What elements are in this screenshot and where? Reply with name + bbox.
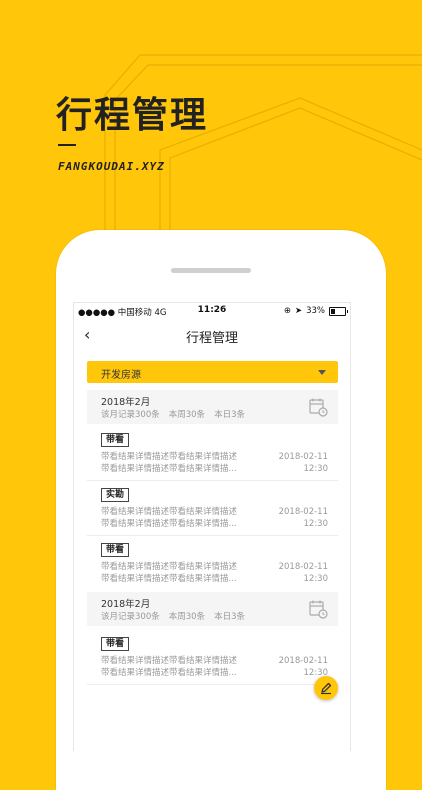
entry-datetime: 2018-02-11 12:30 bbox=[278, 562, 328, 584]
stat-week: 本周30条 bbox=[168, 612, 206, 622]
dropdown-selected: 开发房源 bbox=[101, 370, 141, 381]
entry-description: 带看结果详情描述带看结果详情描述 带看结果详情描述带看结果详情描... bbox=[101, 452, 238, 474]
calendar-clock-icon[interactable] bbox=[308, 397, 328, 417]
status-bar: ●●●●● 中国移动 4G 11:26 ⊕ ➤ 33% bbox=[74, 303, 350, 319]
navigation-bar: ‹ 行程管理 bbox=[74, 321, 350, 351]
entry-tag: 带看 bbox=[101, 543, 130, 557]
page-title: 行程管理 bbox=[185, 331, 238, 346]
edit-fab-button[interactable] bbox=[314, 676, 338, 700]
battery-percent: 33% bbox=[306, 306, 325, 316]
stat-month: 该月记录300条 bbox=[101, 612, 160, 622]
battery-icon bbox=[329, 306, 348, 316]
stat-day: 本日3条 bbox=[214, 410, 245, 420]
entry-tag: 带看 bbox=[101, 637, 130, 651]
stat-week: 本周30条 bbox=[168, 410, 206, 420]
list-item[interactable]: 带看 带看结果详情描述带看结果详情描述 带看结果详情描述带看结果详情描... 2… bbox=[87, 535, 338, 590]
calendar-clock-icon[interactable] bbox=[308, 599, 328, 619]
month-header: 2018年2月 该月记录300条 本周30条 本日3条 bbox=[87, 390, 338, 424]
list-item[interactable]: 实勘 带看结果详情描述带看结果详情描述 带看结果详情描述带看结果详情描... 2… bbox=[87, 480, 338, 536]
caret-down-icon bbox=[318, 370, 326, 375]
list-item[interactable]: 带看 带看结果详情描述带看结果详情描述 带看结果详情描述带看结果详情描... 2… bbox=[87, 629, 338, 685]
rotation-lock-icon: ⊕ bbox=[283, 306, 291, 316]
month-header: 2018年2月 该月记录300条 本周30条 本日3条 bbox=[87, 592, 338, 626]
stat-month: 该月记录300条 bbox=[101, 410, 160, 420]
list-item[interactable]: 带看 带看结果详情描述带看结果详情描述 带看结果详情描述带看结果详情描... 2… bbox=[87, 425, 338, 481]
headline-divider bbox=[58, 144, 76, 146]
stat-day: 本日3条 bbox=[214, 612, 245, 622]
status-right: ⊕ ➤ 33% bbox=[283, 306, 348, 316]
entry-datetime: 2018-02-11 12:30 bbox=[278, 452, 328, 474]
location-icon: ➤ bbox=[294, 306, 303, 316]
entry-description: 带看结果详情描述带看结果详情描述 带看结果详情描述带看结果详情描... bbox=[101, 507, 238, 529]
entry-tag: 带看 bbox=[101, 433, 130, 447]
entry-description: 带看结果详情描述带看结果详情描述 带看结果详情描述带看结果详情描... bbox=[101, 656, 238, 678]
promo-domain: FANGKOUDAI.XYZ bbox=[58, 160, 165, 173]
month-label: 2018年2月 bbox=[101, 397, 151, 408]
month-stats: 该月记录300条 本周30条 本日3条 bbox=[101, 610, 245, 622]
entry-description: 带看结果详情描述带看结果详情描述 带看结果详情描述带看结果详情描... bbox=[101, 562, 238, 584]
promo-headline: 行程管理 bbox=[56, 95, 209, 136]
entry-tag: 实勘 bbox=[101, 488, 130, 502]
source-filter-dropdown[interactable]: 开发房源 bbox=[87, 361, 338, 383]
pencil-icon bbox=[321, 682, 332, 695]
month-label: 2018年2月 bbox=[101, 599, 151, 610]
month-stats: 该月记录300条 本周30条 本日3条 bbox=[101, 408, 245, 420]
phone-speaker bbox=[171, 268, 251, 273]
app-screen: ●●●●● 中国移动 4G 11:26 ⊕ ➤ 33% ‹ 行程管理 开发房源 … bbox=[73, 302, 351, 751]
entry-datetime: 2018-02-11 12:30 bbox=[278, 507, 328, 529]
